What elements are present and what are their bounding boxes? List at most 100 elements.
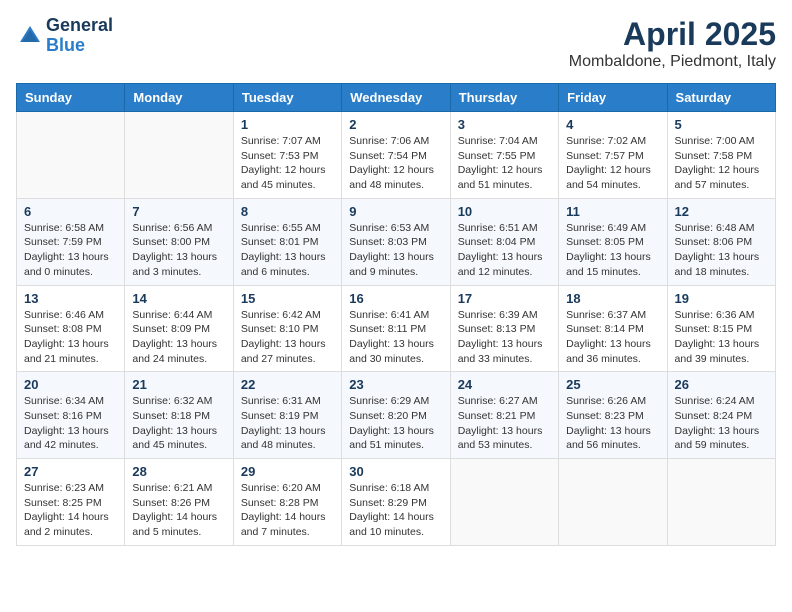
weekday-header: Wednesday [342, 84, 450, 112]
calendar-cell: 5 Sunrise: 7:00 AM Sunset: 7:58 PM Daylig… [667, 112, 775, 199]
day-info: Sunrise: 6:34 AM Sunset: 8:16 PM Dayligh… [24, 394, 117, 453]
day-number: 22 [241, 377, 334, 392]
day-number: 13 [24, 291, 117, 306]
calendar-cell: 1Sunrise: 7:07 AM Sunset: 7:53 PM Daylig… [233, 112, 341, 199]
logo-icon [18, 24, 42, 48]
day-number: 17 [458, 291, 551, 306]
day-info: Sunrise: 6:56 AM Sunset: 8:00 PM Dayligh… [132, 221, 225, 280]
calendar-cell: 17 Sunrise: 6:39 AM Sunset: 8:13 PM Dayli… [450, 285, 558, 372]
weekday-header: Monday [125, 84, 233, 112]
day-number: 30 [349, 464, 442, 479]
day-info: Sunrise: 6:32 AM Sunset: 8:18 PM Dayligh… [132, 394, 225, 453]
day-number: 23 [349, 377, 442, 392]
day-info: Sunrise: 6:41 AM Sunset: 8:11 PM Dayligh… [349, 308, 442, 367]
day-number: 9 [349, 204, 442, 219]
day-info: Sunrise: 7:04 AM Sunset: 7:55 PM Dayligh… [458, 134, 551, 193]
calendar-cell [450, 459, 558, 546]
day-info: Sunrise: 6:37 AM Sunset: 8:14 PM Dayligh… [566, 308, 659, 367]
day-number: 20 [24, 377, 117, 392]
day-info: Sunrise: 6:53 AM Sunset: 8:03 PM Dayligh… [349, 221, 442, 280]
day-number: 12 [675, 204, 768, 219]
calendar-cell: 12 Sunrise: 6:48 AM Sunset: 8:06 PM Dayli… [667, 198, 775, 285]
weekday-header-row: SundayMondayTuesdayWednesdayThursdayFrid… [17, 84, 776, 112]
calendar-cell: 13 Sunrise: 6:46 AM Sunset: 8:08 PM Dayli… [17, 285, 125, 372]
day-info: Sunrise: 6:31 AM Sunset: 8:19 PM Dayligh… [241, 394, 334, 453]
calendar-cell: 19 Sunrise: 6:36 AM Sunset: 8:15 PM Dayli… [667, 285, 775, 372]
day-info: Sunrise: 6:48 AM Sunset: 8:06 PM Dayligh… [675, 221, 768, 280]
calendar-cell: 24Sunrise: 6:27 AM Sunset: 8:21 PM Dayli… [450, 372, 558, 459]
day-info: Sunrise: 6:26 AM Sunset: 8:23 PM Dayligh… [566, 394, 659, 453]
day-info: Sunrise: 7:00 AM Sunset: 7:58 PM Dayligh… [675, 134, 768, 193]
calendar-cell: 22 Sunrise: 6:31 AM Sunset: 8:19 PM Dayli… [233, 372, 341, 459]
day-number: 8 [241, 204, 334, 219]
day-number: 19 [675, 291, 768, 306]
day-info: Sunrise: 6:21 AM Sunset: 8:26 PM Dayligh… [132, 481, 225, 540]
day-info: Sunrise: 6:55 AM Sunset: 8:01 PM Dayligh… [241, 221, 334, 280]
calendar-cell: 28Sunrise: 6:21 AM Sunset: 8:26 PM Dayli… [125, 459, 233, 546]
calendar-cell: 15Sunrise: 6:42 AM Sunset: 8:10 PM Dayli… [233, 285, 341, 372]
day-number: 16 [349, 291, 442, 306]
day-number: 4 [566, 117, 659, 132]
weekday-header: Thursday [450, 84, 558, 112]
location-title: Mombaldone, Piedmont, Italy [569, 53, 776, 71]
day-number: 11 [566, 204, 659, 219]
calendar-cell: 27 Sunrise: 6:23 AM Sunset: 8:25 PM Dayli… [17, 459, 125, 546]
calendar-cell: 16 Sunrise: 6:41 AM Sunset: 8:11 PM Dayli… [342, 285, 450, 372]
calendar-cell [125, 112, 233, 199]
calendar-cell: 6Sunrise: 6:58 AM Sunset: 7:59 PM Daylig… [17, 198, 125, 285]
calendar-week-row: 27 Sunrise: 6:23 AM Sunset: 8:25 PM Dayli… [17, 459, 776, 546]
calendar-week-row: 6Sunrise: 6:58 AM Sunset: 7:59 PM Daylig… [17, 198, 776, 285]
title-block: April 2025 Mombaldone, Piedmont, Italy [569, 16, 776, 71]
calendar-cell [559, 459, 667, 546]
calendar-cell: 4 Sunrise: 7:02 AM Sunset: 7:57 PM Daylig… [559, 112, 667, 199]
day-number: 6 [24, 204, 117, 219]
day-info: Sunrise: 7:02 AM Sunset: 7:57 PM Dayligh… [566, 134, 659, 193]
day-info: Sunrise: 6:18 AM Sunset: 8:29 PM Dayligh… [349, 481, 442, 540]
calendar-table: SundayMondayTuesdayWednesdayThursdayFrid… [16, 83, 776, 546]
calendar-cell: 21 Sunrise: 6:32 AM Sunset: 8:18 PM Dayli… [125, 372, 233, 459]
calendar-cell: 8 Sunrise: 6:55 AM Sunset: 8:01 PM Daylig… [233, 198, 341, 285]
day-info: Sunrise: 6:44 AM Sunset: 8:09 PM Dayligh… [132, 308, 225, 367]
calendar-cell [667, 459, 775, 546]
month-title: April 2025 [569, 16, 776, 53]
day-info: Sunrise: 6:42 AM Sunset: 8:10 PM Dayligh… [241, 308, 334, 367]
day-number: 2 [349, 117, 442, 132]
calendar-cell: 2 Sunrise: 7:06 AM Sunset: 7:54 PM Daylig… [342, 112, 450, 199]
day-number: 18 [566, 291, 659, 306]
day-number: 27 [24, 464, 117, 479]
logo-general: General [46, 16, 113, 36]
logo-text: General Blue [46, 16, 113, 56]
calendar-cell: 11Sunrise: 6:49 AM Sunset: 8:05 PM Dayli… [559, 198, 667, 285]
calendar-cell: 26Sunrise: 6:24 AM Sunset: 8:24 PM Dayli… [667, 372, 775, 459]
weekday-header: Friday [559, 84, 667, 112]
logo: General Blue [16, 16, 113, 56]
weekday-header: Saturday [667, 84, 775, 112]
calendar-week-row: 1Sunrise: 7:07 AM Sunset: 7:53 PM Daylig… [17, 112, 776, 199]
day-number: 14 [132, 291, 225, 306]
day-info: Sunrise: 6:46 AM Sunset: 8:08 PM Dayligh… [24, 308, 117, 367]
calendar-cell: 20 Sunrise: 6:34 AM Sunset: 8:16 PM Dayli… [17, 372, 125, 459]
day-number: 10 [458, 204, 551, 219]
calendar-cell: 25 Sunrise: 6:26 AM Sunset: 8:23 PM Dayli… [559, 372, 667, 459]
day-number: 29 [241, 464, 334, 479]
day-info: Sunrise: 6:23 AM Sunset: 8:25 PM Dayligh… [24, 481, 117, 540]
day-info: Sunrise: 6:27 AM Sunset: 8:21 PM Dayligh… [458, 394, 551, 453]
day-info: Sunrise: 7:06 AM Sunset: 7:54 PM Dayligh… [349, 134, 442, 193]
day-info: Sunrise: 6:39 AM Sunset: 8:13 PM Dayligh… [458, 308, 551, 367]
day-number: 3 [458, 117, 551, 132]
day-number: 5 [675, 117, 768, 132]
calendar-cell: 29Sunrise: 6:20 AM Sunset: 8:28 PM Dayli… [233, 459, 341, 546]
calendar-cell: 30 Sunrise: 6:18 AM Sunset: 8:29 PM Dayli… [342, 459, 450, 546]
day-info: Sunrise: 6:29 AM Sunset: 8:20 PM Dayligh… [349, 394, 442, 453]
weekday-header: Tuesday [233, 84, 341, 112]
day-number: 21 [132, 377, 225, 392]
day-number: 26 [675, 377, 768, 392]
logo-blue: Blue [46, 36, 113, 56]
calendar-cell [17, 112, 125, 199]
day-number: 25 [566, 377, 659, 392]
calendar-cell: 9 Sunrise: 6:53 AM Sunset: 8:03 PM Daylig… [342, 198, 450, 285]
calendar-cell: 23 Sunrise: 6:29 AM Sunset: 8:20 PM Dayli… [342, 372, 450, 459]
day-info: Sunrise: 6:36 AM Sunset: 8:15 PM Dayligh… [675, 308, 768, 367]
calendar-week-row: 13 Sunrise: 6:46 AM Sunset: 8:08 PM Dayli… [17, 285, 776, 372]
calendar-cell: 18 Sunrise: 6:37 AM Sunset: 8:14 PM Dayli… [559, 285, 667, 372]
